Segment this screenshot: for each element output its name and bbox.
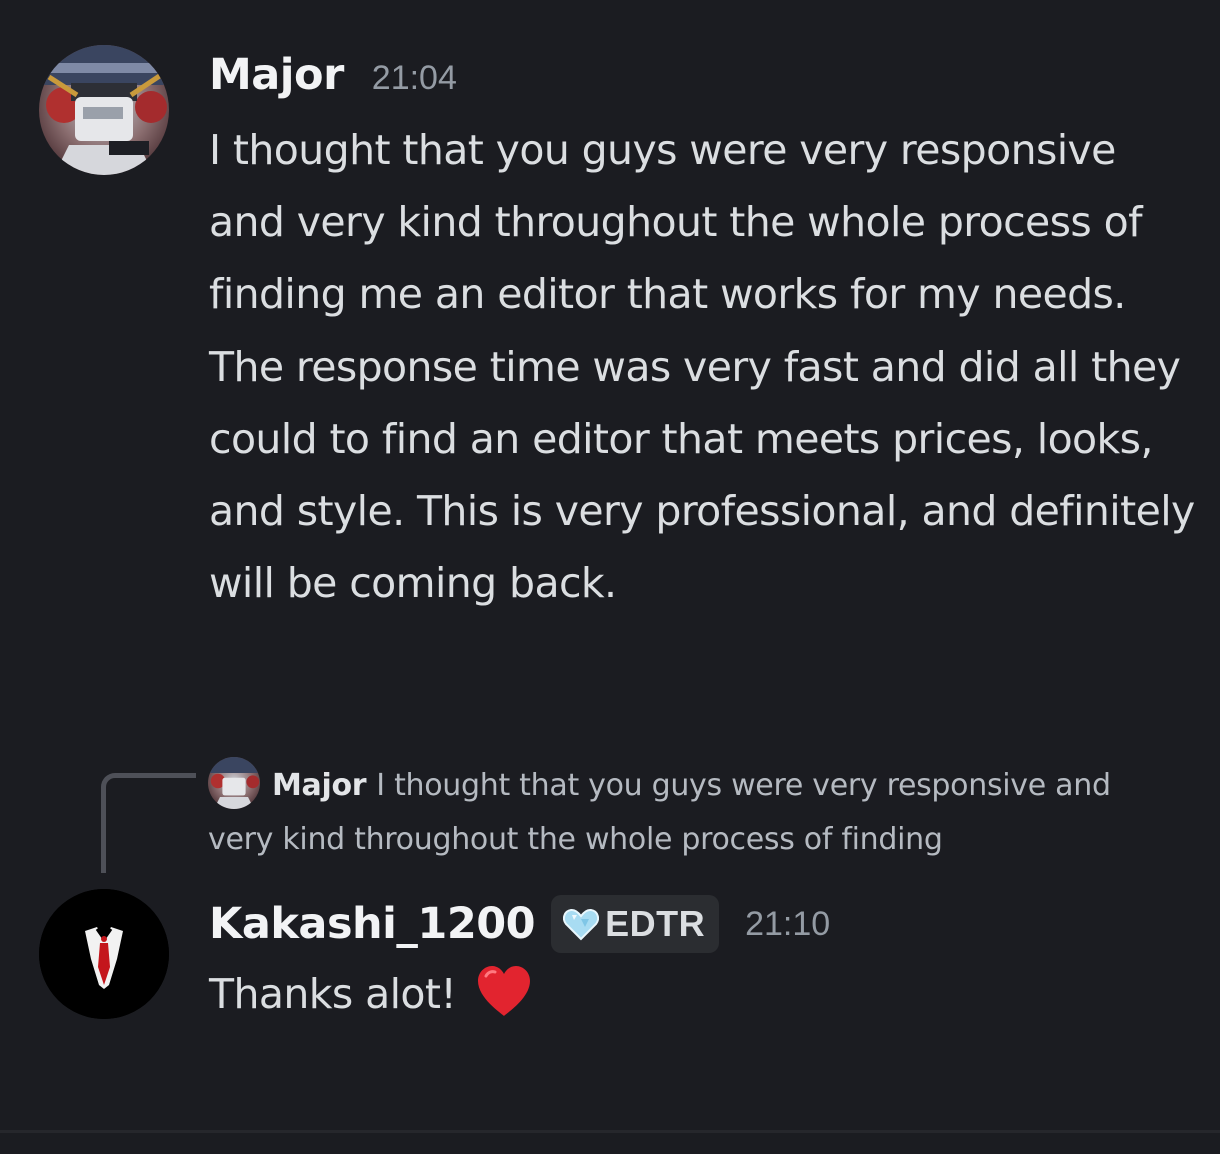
message-text: Thanks alot! <box>209 970 457 1018</box>
message-header: Major 21:04 <box>209 50 457 100</box>
kakashi-avatar-icon[interactable] <box>39 889 169 1019</box>
reply-author-name[interactable]: Major <box>272 768 367 803</box>
message-header: Kakashi_1200 EDTR 21:10 <box>209 895 830 953</box>
message-text-row: Thanks alot! <box>209 958 1199 1030</box>
reply-preview[interactable]: Major I thought that you guys were very r… <box>208 757 1168 867</box>
diamond-heart-icon <box>563 908 600 941</box>
reply-connector-line <box>101 773 196 873</box>
major-avatar-icon[interactable] <box>39 45 169 175</box>
bottom-divider <box>0 1130 1220 1133</box>
reply-avatar-icon <box>208 757 260 809</box>
message-timestamp: 21:04 <box>371 59 457 97</box>
role-badge-label: EDTR <box>605 903 706 944</box>
chat-log: Major 21:04 I thought that you guys were… <box>0 0 1220 1154</box>
message-text: I thought that you guys were very respon… <box>209 126 1195 608</box>
author-name[interactable]: Major <box>209 50 344 100</box>
message-timestamp: 21:10 <box>745 904 831 943</box>
heart-icon[interactable] <box>475 964 533 1018</box>
author-name[interactable]: Kakashi_1200 <box>209 899 536 949</box>
role-badge[interactable]: EDTR <box>551 895 720 953</box>
